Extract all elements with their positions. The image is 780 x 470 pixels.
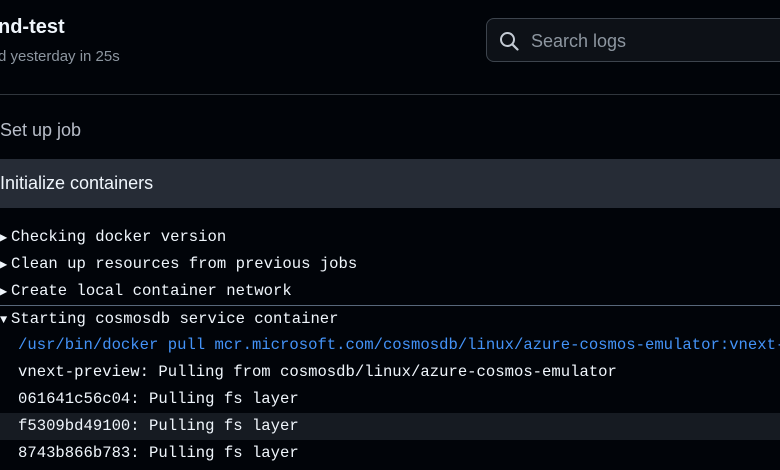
step-label: Initialize containers (0, 173, 154, 193)
chevron-right-icon: ▶ (0, 231, 8, 245)
log-line: 061641c56c04: Pulling fs layer (18, 390, 299, 408)
job-status: d yesterday in 25s (0, 48, 120, 65)
chevron-down-icon: ▼ (0, 313, 8, 327)
log-group-label: Checking docker version (11, 228, 227, 246)
log-line: vnext-preview: Pulling from cosmosdb/lin… (18, 363, 617, 381)
log-group-label: Clean up resources from previous jobs (11, 255, 358, 273)
log-group-label: Create local container network (11, 282, 292, 300)
chevron-right-icon: ▶ (0, 285, 8, 299)
log-group-checking-docker-version[interactable]: ▶ Checking docker version (0, 224, 780, 251)
step-initialize-containers[interactable]: Initialize containers (0, 159, 780, 208)
log-output: ▶ Checking docker version ▶ Clean up resou… (0, 224, 780, 467)
step-label: Set up job (0, 120, 82, 140)
chevron-right-icon: ▶ (0, 258, 8, 272)
log-line: 8743b866b783: Pulling fs layer (18, 444, 299, 462)
step-set-up-job[interactable]: Set up job (0, 104, 780, 156)
log-group-clean-up-resources[interactable]: ▶ Clean up resources from previous jobs (0, 251, 780, 278)
search-icon (500, 32, 519, 51)
search-input[interactable] (529, 27, 780, 55)
log-group-starting-cosmosdb[interactable]: ▼ Starting cosmosdb service container (0, 305, 780, 332)
job-header: nd-test d yesterday in 25s (0, 0, 780, 95)
log-line: f5309bd49100: Pulling fs layer (0, 413, 780, 440)
log-group-label: Starting cosmosdb service container (11, 310, 339, 328)
search-box[interactable] (486, 18, 780, 62)
log-group-create-network[interactable]: ▶ Create local container network (0, 278, 780, 305)
job-title: nd-test (0, 16, 65, 38)
log-line: /usr/bin/docker pull mcr.microsoft.com/c… (18, 336, 780, 354)
